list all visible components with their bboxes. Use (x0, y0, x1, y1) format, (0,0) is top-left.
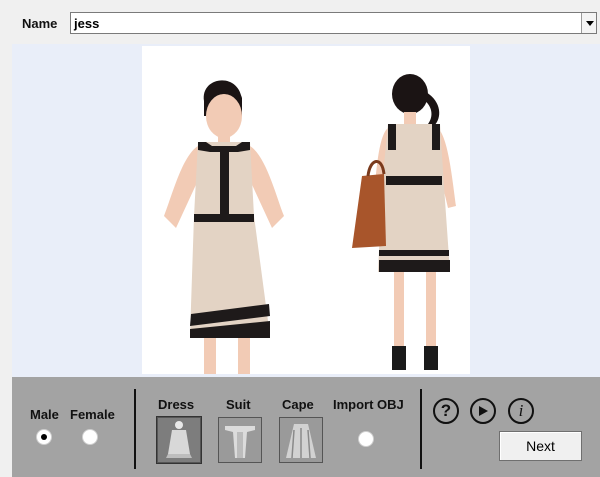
suit-thumbnail[interactable] (218, 417, 262, 463)
cape-icon (280, 418, 322, 462)
male-label: Male (30, 407, 59, 422)
name-label: Name (22, 16, 58, 31)
suit-icon (219, 418, 261, 462)
next-button[interactable]: Next (499, 431, 582, 461)
male-radio[interactable] (36, 429, 52, 445)
dress-thumbnail[interactable] (156, 416, 202, 464)
cape-label: Cape (282, 397, 314, 412)
question-mark-icon[interactable]: ? (433, 398, 459, 424)
dress-icon (158, 418, 200, 462)
name-combo-value[interactable]: jess (74, 16, 99, 31)
model-photo (142, 46, 470, 374)
divider-right (420, 389, 422, 469)
info-icon[interactable]: i (508, 398, 534, 424)
dress-model-illustration (142, 46, 470, 374)
play-icon[interactable] (470, 398, 496, 424)
chevron-down-icon[interactable] (581, 13, 596, 33)
name-bar: Name jess (0, 0, 600, 44)
options-panel: Male Female Dress Suit Cape Import OBJ ?… (12, 377, 600, 477)
cape-thumbnail[interactable] (279, 417, 323, 463)
import-obj-radio[interactable] (358, 431, 374, 447)
suit-label: Suit (226, 397, 251, 412)
female-label: Female (70, 407, 115, 422)
female-radio[interactable] (82, 429, 98, 445)
name-combo-box[interactable]: jess (70, 12, 597, 34)
dress-label: Dress (158, 397, 195, 412)
divider-left (134, 389, 136, 469)
preview-area (12, 44, 600, 377)
import-obj-label: Import OBJ (333, 397, 404, 412)
